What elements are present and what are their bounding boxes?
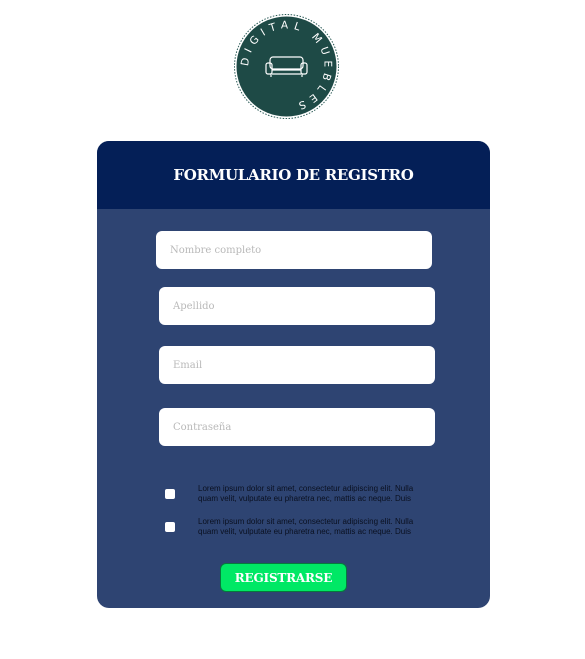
full-name-input[interactable]	[156, 231, 432, 269]
email-input[interactable]	[159, 346, 435, 384]
registration-page: DIGITAL MUEBLES FORMULARIO DE REGISTRO L…	[0, 0, 585, 659]
registration-card: FORMULARIO DE REGISTRO Lorem ipsum dolor…	[97, 141, 490, 608]
last-name-input[interactable]	[159, 287, 435, 325]
terms-label-1: Lorem ipsum dolor sit amet, consectetur …	[198, 484, 414, 503]
terms-checkbox-row-2: Lorem ipsum dolor sit amet, consectetur …	[165, 517, 435, 537]
form-header: FORMULARIO DE REGISTRO	[97, 141, 490, 209]
terms-checkbox-1[interactable]	[165, 489, 175, 499]
brand-logo: DIGITAL MUEBLES	[234, 14, 339, 119]
password-input[interactable]	[159, 408, 435, 446]
terms-label-2: Lorem ipsum dolor sit amet, consectetur …	[198, 517, 414, 536]
form-title: FORMULARIO DE REGISTRO	[173, 166, 414, 184]
terms-checkbox-2[interactable]	[165, 522, 175, 532]
terms-checkbox-row-1: Lorem ipsum dolor sit amet, consectetur …	[165, 484, 435, 504]
register-button[interactable]: REGISTRARSE	[220, 563, 347, 592]
